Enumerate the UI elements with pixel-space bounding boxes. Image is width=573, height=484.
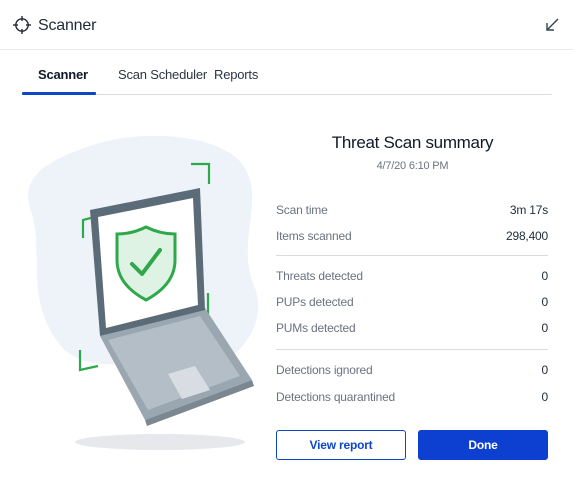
row-label: Detections ignored [276,363,373,377]
row-label: PUPs detected [276,295,354,309]
row-value: 0 [541,295,549,309]
row-value: 298,400 [506,229,548,243]
row-value: 0 [541,390,549,404]
title-bar: Scanner [0,0,573,50]
tab-scanner[interactable]: Scanner [38,67,88,82]
summary-row-scan-time: Scan time 3m 17s [276,203,548,221]
row-value: 0 [541,363,549,377]
active-tab-indicator [22,92,96,95]
laptop-shield-check-icon [28,135,259,450]
done-button[interactable]: Done [418,430,548,460]
tab-reports[interactable]: Reports [214,67,258,82]
summary-title: Threat Scan summary [331,133,494,152]
scanner-window: Scanner Scanner Scan Scheduler Reports T… [0,0,573,484]
summary-row-threats: Threats detected 0 [276,269,548,287]
row-value: 3m 17s [509,203,548,217]
summary-row-quarantined: Detections quarantined 0 [276,390,548,408]
divider [276,255,548,256]
summary-row-pums: PUMs detected 0 [276,321,548,339]
summary-row-items-scanned: Items scanned 298,400 [276,229,548,247]
view-report-button[interactable]: View report [276,430,406,460]
tab-bar: Scanner Scan Scheduler Reports [22,50,552,95]
row-label: Detections quarantined [276,390,396,404]
summary-row-pups: PUPs detected 0 [276,295,548,313]
divider [276,349,548,350]
summary-date: 4/7/20 6:10 PM [376,160,449,172]
row-label: Threats detected [276,269,363,283]
row-value: 0 [541,321,549,335]
summary-row-ignored: Detections ignored 0 [276,363,548,381]
crosshair-icon [13,16,31,34]
row-label: Scan time [276,203,328,217]
window-title: Scanner [38,17,97,34]
row-value: 0 [541,269,549,283]
tab-scan-scheduler[interactable]: Scan Scheduler [118,67,207,82]
row-label: PUMs detected [276,321,356,335]
minimize-arrow-icon[interactable] [543,16,561,34]
row-label: Items scanned [276,229,352,243]
